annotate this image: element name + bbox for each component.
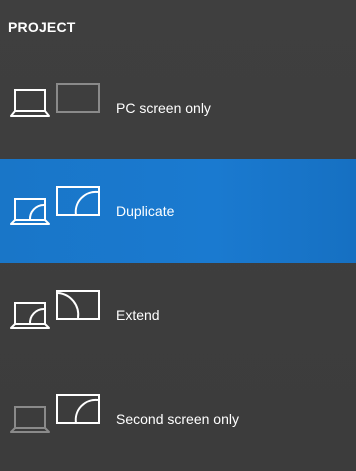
- option-label: Second screen only: [116, 411, 239, 427]
- project-panel: PROJECT PC screen only Duplicate Extend …: [0, 0, 356, 471]
- option-duplicate[interactable]: Duplicate: [0, 159, 356, 263]
- option-label: PC screen only: [116, 100, 211, 116]
- pc-screen-only-icon: [10, 83, 100, 117]
- option-label: Duplicate: [116, 203, 175, 219]
- duplicate-icon: [10, 186, 100, 225]
- option-label: Extend: [116, 307, 160, 323]
- panel-title: PROJECT: [8, 19, 76, 35]
- second-screen-only-icon: [10, 394, 100, 433]
- extend-icon: [10, 290, 100, 329]
- option-pc-screen-only[interactable]: PC screen only: [0, 56, 356, 160]
- option-second-screen-only[interactable]: Second screen only: [0, 367, 356, 471]
- option-extend[interactable]: Extend: [0, 263, 356, 367]
